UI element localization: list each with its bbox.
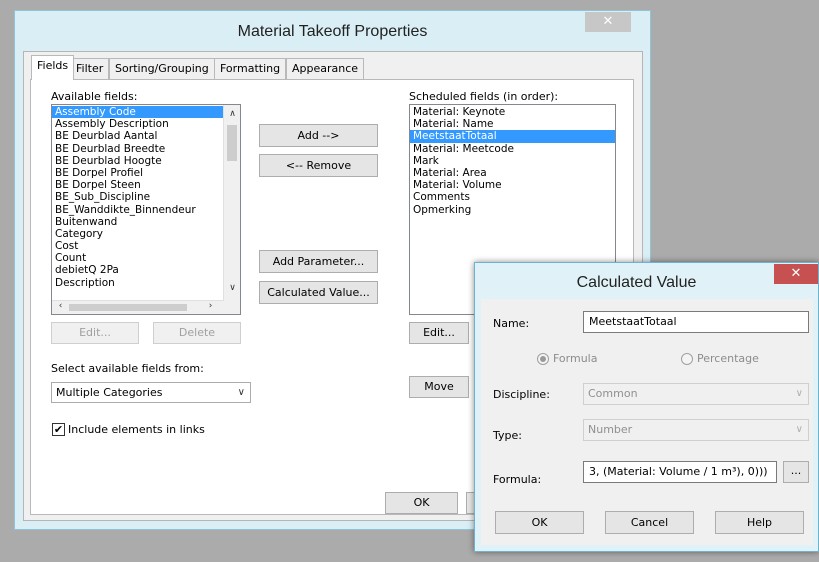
chevron-down-icon: ∨ bbox=[795, 424, 803, 435]
calc-dialog-client: Name: MeetstaatTotaal Formula Percentage… bbox=[481, 299, 813, 545]
tab-fields[interactable]: Fields bbox=[31, 55, 75, 80]
include-links-checkbox[interactable]: ✔ bbox=[52, 423, 65, 436]
add-parameter-button[interactable]: Add Parameter... bbox=[259, 250, 378, 273]
scroll-left-icon[interactable]: ‹ bbox=[52, 301, 69, 311]
type-dropdown[interactable]: Number ∨ bbox=[583, 419, 809, 441]
calc-dialog-title: Calculated Value bbox=[576, 274, 697, 291]
close-button[interactable]: ✕ bbox=[585, 12, 631, 32]
scheduled-field-item[interactable]: Material: Area bbox=[410, 167, 615, 179]
percentage-radio-label: Percentage bbox=[697, 352, 759, 365]
scroll-down-icon[interactable]: ∨ bbox=[224, 283, 240, 293]
discipline-dropdown[interactable]: Common ∨ bbox=[583, 383, 809, 405]
tab-filter[interactable]: Filter bbox=[70, 58, 110, 79]
percentage-radio[interactable] bbox=[681, 353, 693, 365]
ok-button[interactable]: OK bbox=[385, 492, 458, 514]
tab-appearance[interactable]: Appearance bbox=[286, 58, 365, 79]
select-from-label: Select available fields from: bbox=[51, 362, 204, 375]
select-from-value: Multiple Categories bbox=[56, 386, 163, 399]
edit-available-button[interactable]: Edit... bbox=[51, 322, 139, 344]
scheduled-field-item[interactable]: MeetstaatTotaal bbox=[410, 130, 615, 143]
calc-close-button[interactable]: ✕ bbox=[774, 264, 818, 284]
scheduled-field-item[interactable]: Material: Meetcode bbox=[410, 143, 615, 155]
dialog-title: Material Takeoff Properties bbox=[237, 23, 428, 40]
available-fields-hscroll[interactable]: ‹ › bbox=[52, 300, 224, 314]
type-value: Number bbox=[588, 423, 633, 436]
scheduled-field-item[interactable]: Material: Volume bbox=[410, 179, 615, 191]
calculated-value-dialog: Calculated Value ✕ Name: MeetstaatTotaal… bbox=[474, 262, 819, 552]
select-from-dropdown[interactable]: Multiple Categories ∨ bbox=[51, 382, 251, 403]
scheduled-field-item[interactable]: Opmerking bbox=[410, 204, 615, 216]
add-field-button[interactable]: Add --> bbox=[259, 124, 378, 147]
formula-label: Formula: bbox=[493, 473, 542, 486]
available-field-item[interactable]: BE_Sub_Discipline bbox=[52, 191, 224, 203]
available-field-item[interactable]: Count bbox=[52, 252, 224, 264]
scheduled-field-item[interactable]: Material: Name bbox=[410, 118, 615, 130]
available-field-item[interactable]: Description bbox=[52, 277, 224, 289]
delete-button[interactable]: Delete bbox=[153, 322, 241, 344]
available-fields-list[interactable]: Assembly Code Assembly Description BE Deur… bbox=[51, 104, 241, 315]
available-field-item[interactable]: Assembly Code bbox=[52, 106, 224, 119]
hscroll-thumb[interactable] bbox=[69, 304, 187, 311]
scroll-right-icon[interactable]: › bbox=[202, 301, 219, 311]
available-field-item[interactable]: Assembly Description bbox=[52, 118, 224, 130]
available-field-item[interactable]: BE Deurblad Hoogte bbox=[52, 155, 224, 167]
available-fields-vscroll[interactable]: ∧ ∨ bbox=[223, 105, 240, 314]
chevron-down-icon: ∨ bbox=[237, 387, 245, 398]
scroll-thumb[interactable] bbox=[227, 125, 237, 161]
name-input[interactable]: MeetstaatTotaal bbox=[583, 311, 809, 333]
edit-scheduled-button[interactable]: Edit... bbox=[409, 322, 469, 344]
available-field-item[interactable]: BE_Wanddikte_Binnendeur bbox=[52, 204, 224, 216]
scheduled-field-item[interactable]: Comments bbox=[410, 191, 615, 203]
available-field-item[interactable]: BE Deurblad Aantal bbox=[52, 130, 224, 142]
calculated-value-button[interactable]: Calculated Value... bbox=[259, 281, 378, 304]
scheduled-field-item[interactable]: Material: Keynote bbox=[410, 106, 615, 118]
available-field-item[interactable]: BE Deurblad Breedte bbox=[52, 143, 224, 155]
scheduled-fields-label: Scheduled fields (in order): bbox=[409, 90, 559, 103]
available-field-item[interactable]: Buitenwand bbox=[52, 216, 224, 228]
remove-field-button[interactable]: <-- Remove bbox=[259, 154, 378, 177]
calc-ok-button[interactable]: OK bbox=[495, 511, 584, 534]
available-field-item[interactable]: Category bbox=[52, 228, 224, 240]
formula-input[interactable]: 3, (Material: Volume / 1 m³), 0))) bbox=[583, 461, 777, 483]
chevron-down-icon: ∨ bbox=[795, 388, 803, 399]
formula-browse-button[interactable]: ... bbox=[783, 461, 809, 483]
calc-help-button[interactable]: Help bbox=[715, 511, 804, 534]
available-field-item[interactable]: Cost bbox=[52, 240, 224, 252]
available-fields-label: Available fields: bbox=[51, 90, 138, 103]
tab-sorting-grouping[interactable]: Sorting/Grouping bbox=[109, 58, 215, 79]
available-field-item[interactable]: BE Dorpel Steen bbox=[52, 179, 224, 191]
tab-formatting[interactable]: Formatting bbox=[214, 58, 287, 79]
move-button[interactable]: Move bbox=[409, 376, 469, 398]
discipline-value: Common bbox=[588, 387, 638, 400]
formula-radio-label: Formula bbox=[553, 352, 598, 365]
scroll-up-icon[interactable]: ∧ bbox=[224, 109, 240, 119]
name-label: Name: bbox=[493, 317, 530, 330]
scheduled-field-item[interactable]: Mark bbox=[410, 155, 615, 167]
type-label: Type: bbox=[493, 429, 522, 442]
calc-cancel-button[interactable]: Cancel bbox=[605, 511, 694, 534]
available-field-item[interactable]: BE Dorpel Profiel bbox=[52, 167, 224, 179]
include-links-label: Include elements in links bbox=[68, 423, 205, 436]
formula-radio[interactable] bbox=[537, 353, 549, 365]
available-field-item[interactable]: debietQ 2Pa bbox=[52, 264, 224, 276]
discipline-label: Discipline: bbox=[493, 388, 550, 401]
